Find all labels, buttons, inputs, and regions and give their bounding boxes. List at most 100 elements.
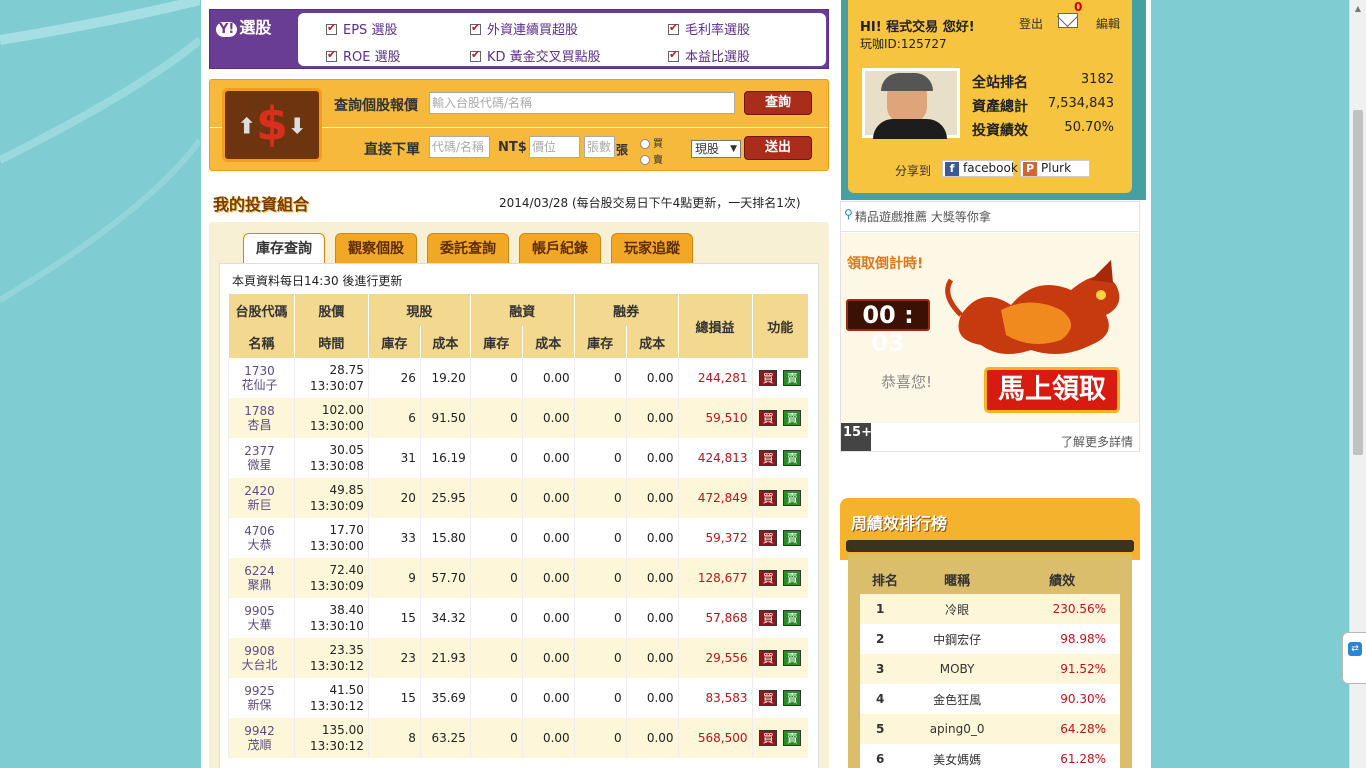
buy-button[interactable]: 買 — [759, 450, 778, 466]
header-function: 功能 — [751, 294, 808, 358]
tab-inventory[interactable]: 庫存查詢 — [243, 233, 325, 265]
checkbox-icon[interactable] — [668, 48, 679, 62]
profit-loss-cell: 59,510 — [677, 398, 753, 438]
margin-cost-cell: 0.00 — [521, 518, 575, 558]
rank-nickname[interactable]: 金色狂風 — [910, 684, 1005, 714]
stock-code-cell[interactable]: 1788 杏昌 — [228, 398, 295, 438]
checkbox-icon[interactable] — [470, 21, 481, 35]
order-code-input[interactable]: 代碼/名稱 — [429, 136, 490, 158]
stock-code-cell[interactable]: 9905 大華 — [228, 598, 295, 638]
buy-button[interactable]: 買 — [759, 690, 778, 706]
checkbox-icon[interactable] — [668, 21, 679, 35]
learn-more-link[interactable]: 了解更多詳情 — [1061, 433, 1133, 450]
margin-qty-cell: 0 — [469, 518, 523, 558]
stock-code-cell[interactable]: 9925 新保 — [228, 678, 295, 718]
selector-gross-margin[interactable]: 毛利率選股 — [668, 19, 750, 38]
stock-code-cell[interactable]: 2377 微星 — [228, 438, 295, 478]
edit-link[interactable]: 編輯 — [1096, 15, 1120, 32]
buy-button[interactable]: 買 — [759, 370, 778, 386]
tab-orders[interactable]: 委託查詢 — [427, 233, 509, 264]
cash-cost-cell: 35.69 — [419, 678, 471, 718]
buy-button[interactable]: 買 — [759, 730, 778, 746]
scroll-up-icon[interactable]: ▲ — [1350, 0, 1366, 17]
ranking-row[interactable]: 1 冷眼 230.56% — [860, 594, 1120, 624]
yahoo-selector-logo[interactable]: Y! 選股 — [216, 14, 271, 38]
ranking-row[interactable]: 2 中鋼宏仔 98.98% — [860, 624, 1120, 654]
rank-nickname[interactable]: 中鋼宏仔 — [910, 624, 1005, 654]
stock-code-cell[interactable]: 1730 花仙子 — [228, 358, 295, 398]
sell-button[interactable]: 賣 — [783, 370, 802, 386]
sell-radio[interactable]: 賣 — [640, 151, 663, 166]
logout-link[interactable]: 登出 — [1019, 15, 1043, 32]
buy-button[interactable]: 買 — [759, 610, 778, 626]
checkbox-icon[interactable] — [326, 48, 337, 62]
ranking-row[interactable]: 4 金色狂風 90.30% — [860, 684, 1120, 714]
sell-button[interactable]: 賣 — [783, 570, 802, 586]
sell-button[interactable]: 賣 — [783, 650, 802, 666]
stock-code-cell[interactable]: 6224 聚鼎 — [228, 558, 295, 598]
rank-nickname[interactable]: aping0_0 — [910, 714, 1005, 744]
mail-icon[interactable] — [1058, 13, 1078, 28]
query-button[interactable]: 查詢 — [744, 91, 812, 115]
rank-nickname[interactable]: 美女媽媽 — [910, 744, 1005, 768]
plurk-share-button[interactable]: P Plurk — [1020, 160, 1090, 177]
profit-loss-cell: 424,813 — [677, 438, 753, 478]
stock-code-cell[interactable]: 2420 新巨 — [228, 478, 295, 518]
sell-button[interactable]: 賣 — [783, 410, 802, 426]
buy-button[interactable]: 買 — [759, 570, 778, 586]
stock-search-input[interactable]: 輸入台股代碼/名稱 — [429, 92, 735, 114]
checkbox-icon[interactable] — [470, 48, 481, 62]
header-margin: 融資 — [469, 294, 575, 326]
rank-number: 5 — [860, 714, 910, 744]
order-qty-input[interactable]: 張數 — [584, 136, 615, 158]
radio-icon[interactable] — [640, 155, 650, 165]
ranking-body: 排名 暱稱 績效 1 冷眼 230.56% 2 中鋼宏仔 98.98% 3 MOBY 91.52… — [848, 554, 1132, 768]
tab-player-tracking[interactable]: 玩家追蹤 — [611, 233, 693, 264]
claim-now-button[interactable]: 馬上領取 — [984, 367, 1120, 413]
tab-watchlist[interactable]: 觀察個股 — [335, 233, 417, 264]
facebook-share-button[interactable]: f facebook — [942, 160, 1018, 177]
avatar[interactable] — [862, 68, 960, 139]
buy-radio[interactable]: 買 — [640, 135, 663, 150]
rank-nickname[interactable]: 冷眼 — [910, 594, 1005, 624]
sell-button[interactable]: 賣 — [783, 490, 802, 506]
submit-order-button[interactable]: 送出 — [744, 136, 812, 160]
margin-qty-cell: 0 — [469, 558, 523, 598]
sell-button[interactable]: 賣 — [783, 690, 802, 706]
selector-foreign-buy[interactable]: 外資連續買超股 — [470, 19, 578, 38]
selector-kd-cross[interactable]: KD 黃金交叉買點股 — [470, 46, 601, 65]
stock-code-cell[interactable]: 9942 茂順 — [228, 718, 295, 758]
header-price: 股價 — [293, 294, 369, 326]
promo-header[interactable]: ⚲ 精品遊戲推薦 大獎等你拿 — [841, 202, 1139, 232]
order-price-input[interactable]: 價位 — [529, 136, 580, 158]
scrollbar-thumb[interactable] — [1353, 110, 1363, 455]
sell-button[interactable]: 賣 — [783, 530, 802, 546]
sell-button[interactable]: 賣 — [783, 730, 802, 746]
ranking-row[interactable]: 5 aping0_0 64.28% — [860, 714, 1120, 744]
order-type-select[interactable]: 現股 ▼ — [691, 140, 741, 158]
ranking-row[interactable]: 3 MOBY 91.52% — [860, 654, 1120, 684]
ranking-row[interactable]: 6 美女媽媽 61.28% — [860, 744, 1120, 768]
checkbox-icon[interactable] — [326, 21, 337, 35]
buy-button[interactable]: 買 — [759, 650, 778, 666]
radio-icon[interactable] — [640, 139, 650, 149]
stock-code-cell[interactable]: 9908 大台北 — [228, 638, 295, 678]
buy-button[interactable]: 買 — [759, 490, 778, 506]
tab-account-records[interactable]: 帳戶紀錄 — [519, 233, 601, 264]
rank-nickname[interactable]: MOBY — [910, 654, 1005, 684]
sell-button[interactable]: 賣 — [783, 450, 802, 466]
buy-button[interactable]: 買 — [759, 530, 778, 546]
side-widget-tab[interactable]: ⇄ — [1342, 632, 1366, 684]
selector-roe[interactable]: ROE 選股 — [326, 46, 401, 65]
stat-value-assets: 7,534,843 — [1047, 96, 1114, 111]
promo-banner[interactable]: 領取倒計時! 00 : 03 恭喜您! 馬上領取 — [841, 233, 1139, 423]
selector-eps[interactable]: EPS 選股 — [326, 19, 397, 38]
stock-code-cell[interactable]: 4706 大恭 — [228, 518, 295, 558]
table-row: 6224 聚鼎 72.40 13:30:09 9 57.70 0 0.00 0 0.00 128,6… — [228, 558, 808, 598]
sell-button[interactable]: 賣 — [783, 610, 802, 626]
buy-button[interactable]: 買 — [759, 410, 778, 426]
table-row: 1730 花仙子 28.75 13:30:07 26 19.20 0 0.00 0 0.00 244… — [228, 358, 808, 398]
price-cell: 72.40 13:30:09 — [293, 558, 369, 598]
selector-pe[interactable]: 本益比選股 — [668, 46, 750, 65]
promo-footer: 15+ 了解更多詳情 — [841, 423, 1139, 451]
